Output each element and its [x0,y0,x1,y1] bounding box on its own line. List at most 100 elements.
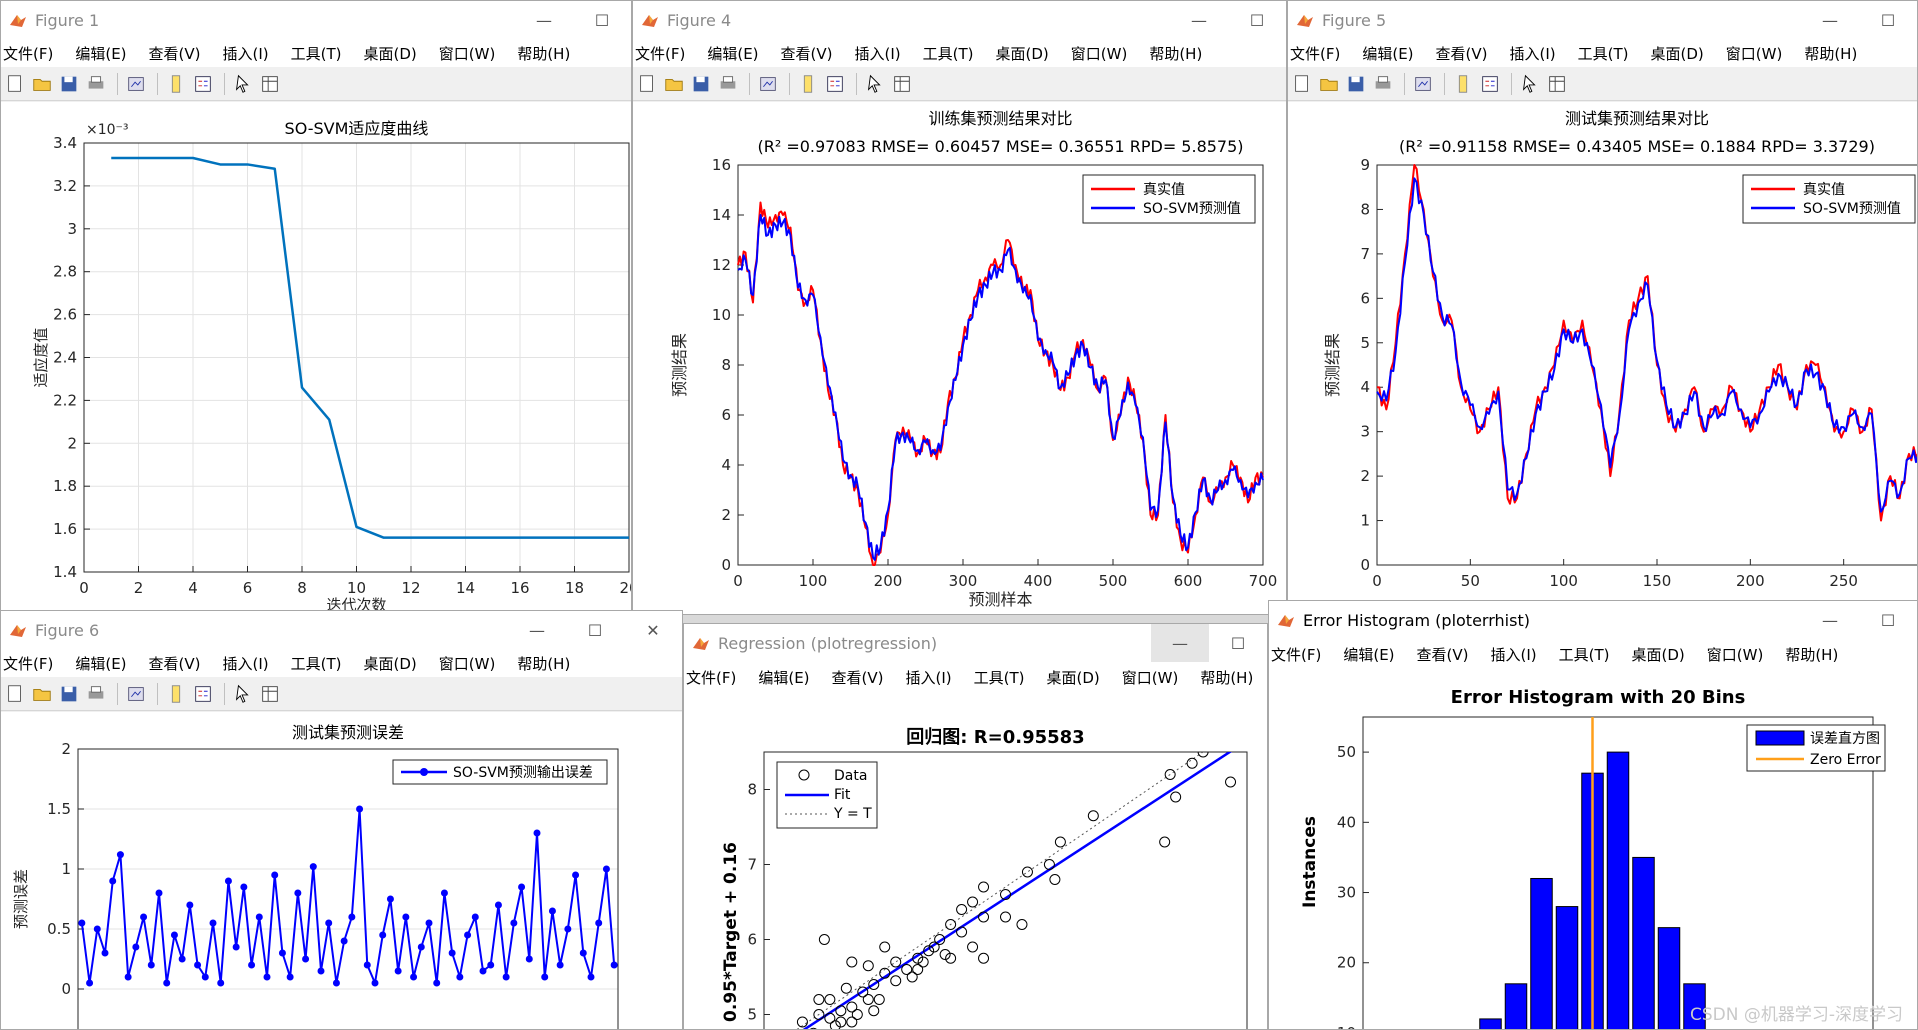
menu-item[interactable]: 帮助(H) [1200,667,1253,688]
menu-item[interactable]: 查看(V) [1417,644,1469,665]
save-icon[interactable] [57,72,81,96]
menu-item[interactable]: 窗口(W) [1122,667,1179,688]
menu-item[interactable]: 帮助(H) [1149,43,1202,64]
title-bar[interactable]: Figure 5 — ☐ [1288,1,1917,39]
link-plot-icon[interactable] [756,72,780,96]
save-icon[interactable] [57,682,81,706]
menu-item[interactable]: 桌面(D) [1632,644,1685,665]
menu-item[interactable]: 插入(I) [1510,43,1556,64]
menu-item[interactable]: 编辑(E) [75,43,126,64]
maximize-button[interactable]: ☐ [1859,601,1917,639]
minimize-button[interactable]: — [1801,1,1859,39]
menu-item[interactable]: 编辑(E) [75,653,126,674]
property-editor-icon[interactable] [890,72,914,96]
minimize-button[interactable]: — [1151,624,1209,662]
menu-item[interactable]: 编辑(E) [1362,43,1413,64]
menu-item[interactable]: 帮助(H) [517,43,570,64]
menu-item[interactable]: 编辑(E) [758,667,809,688]
menu-item[interactable]: 查看(V) [149,43,201,64]
menu-item[interactable]: 工具(T) [1578,43,1629,64]
menu-item[interactable]: 桌面(D) [996,43,1049,64]
menu-item[interactable]: 文件(F) [686,667,736,688]
link-plot-icon[interactable] [124,72,148,96]
minimize-button[interactable]: — [1801,601,1859,639]
property-editor-icon[interactable] [1545,72,1569,96]
title-bar[interactable]: Figure 4 — ☐ [633,1,1286,39]
legend[interactable]: SO-SVM预测输出误差 [392,759,608,785]
menu-item[interactable]: 窗口(W) [439,653,496,674]
colorbar-icon[interactable] [164,72,188,96]
property-editor-icon[interactable] [258,682,282,706]
menu-item[interactable]: 桌面(D) [1651,43,1704,64]
menu-item[interactable]: 查看(V) [832,667,884,688]
new-file-icon[interactable] [1290,72,1314,96]
pointer-icon[interactable] [231,72,255,96]
title-bar[interactable]: Regression (plotregression) — ☐ [684,624,1267,662]
title-bar[interactable]: Error Histogram (ploterrhist) — ☐ [1269,601,1917,639]
menu-item[interactable]: 工具(T) [291,43,342,64]
colorbar-icon[interactable] [1451,72,1475,96]
menu-item[interactable]: 查看(V) [1436,43,1488,64]
menu-item[interactable]: 窗口(W) [439,43,496,64]
legend-icon[interactable] [191,682,215,706]
close-button[interactable]: ✕ [624,611,682,649]
legend[interactable]: 真实值 SO-SVM预测值 [1742,174,1916,224]
print-icon[interactable] [1371,72,1395,96]
menu-item[interactable]: 窗口(W) [1726,43,1783,64]
menu-item[interactable]: 编辑(E) [707,43,758,64]
colorbar-icon[interactable] [164,682,188,706]
menu-item[interactable]: 工具(T) [1559,644,1610,665]
legend[interactable]: 真实值 SO-SVM预测值 [1082,174,1256,224]
open-folder-icon[interactable] [1317,72,1341,96]
legend-icon[interactable] [191,72,215,96]
legend[interactable]: Data Fit Y = T [776,761,878,829]
pointer-icon[interactable] [1518,72,1542,96]
menu-item[interactable]: 桌面(D) [364,653,417,674]
title-bar[interactable]: Figure 1 — ☐ [1,1,631,39]
minimize-button[interactable]: — [515,1,573,39]
menu-item[interactable]: 文件(F) [635,43,685,64]
maximize-button[interactable]: ☐ [573,1,631,39]
title-bar[interactable]: Figure 6 — ☐ ✕ [1,611,682,649]
maximize-button[interactable]: ☐ [1859,1,1917,39]
print-icon[interactable] [84,72,108,96]
maximize-button[interactable]: ☐ [1209,624,1267,662]
menu-item[interactable]: 窗口(W) [1071,43,1128,64]
new-file-icon[interactable] [3,682,27,706]
save-icon[interactable] [1344,72,1368,96]
new-file-icon[interactable] [3,72,27,96]
new-file-icon[interactable] [635,72,659,96]
minimize-button[interactable]: — [1170,1,1228,39]
maximize-button[interactable]: ☐ [566,611,624,649]
print-icon[interactable] [84,682,108,706]
menu-item[interactable]: 查看(V) [781,43,833,64]
menu-item[interactable]: 帮助(H) [1785,644,1838,665]
open-folder-icon[interactable] [30,72,54,96]
menu-item[interactable]: 插入(I) [1491,644,1537,665]
save-icon[interactable] [689,72,713,96]
menu-item[interactable]: 帮助(H) [517,653,570,674]
menu-item[interactable]: 插入(I) [855,43,901,64]
pointer-icon[interactable] [863,72,887,96]
menu-item[interactable]: 文件(F) [3,43,53,64]
minimize-button[interactable]: — [508,611,566,649]
menu-item[interactable]: 工具(T) [291,653,342,674]
menu-item[interactable]: 窗口(W) [1707,644,1764,665]
menu-item[interactable]: 文件(F) [1290,43,1340,64]
menu-item[interactable]: 工具(T) [923,43,974,64]
menu-item[interactable]: 编辑(E) [1343,644,1394,665]
menu-item[interactable]: 桌面(D) [1047,667,1100,688]
print-icon[interactable] [716,72,740,96]
menu-item[interactable]: 工具(T) [974,667,1025,688]
link-plot-icon[interactable] [124,682,148,706]
open-folder-icon[interactable] [662,72,686,96]
open-folder-icon[interactable] [30,682,54,706]
pointer-icon[interactable] [231,682,255,706]
maximize-button[interactable]: ☐ [1228,1,1286,39]
menu-item[interactable]: 查看(V) [149,653,201,674]
property-editor-icon[interactable] [258,72,282,96]
menu-item[interactable]: 帮助(H) [1804,43,1857,64]
menu-item[interactable]: 插入(I) [223,43,269,64]
link-plot-icon[interactable] [1411,72,1435,96]
menu-item[interactable]: 插入(I) [906,667,952,688]
